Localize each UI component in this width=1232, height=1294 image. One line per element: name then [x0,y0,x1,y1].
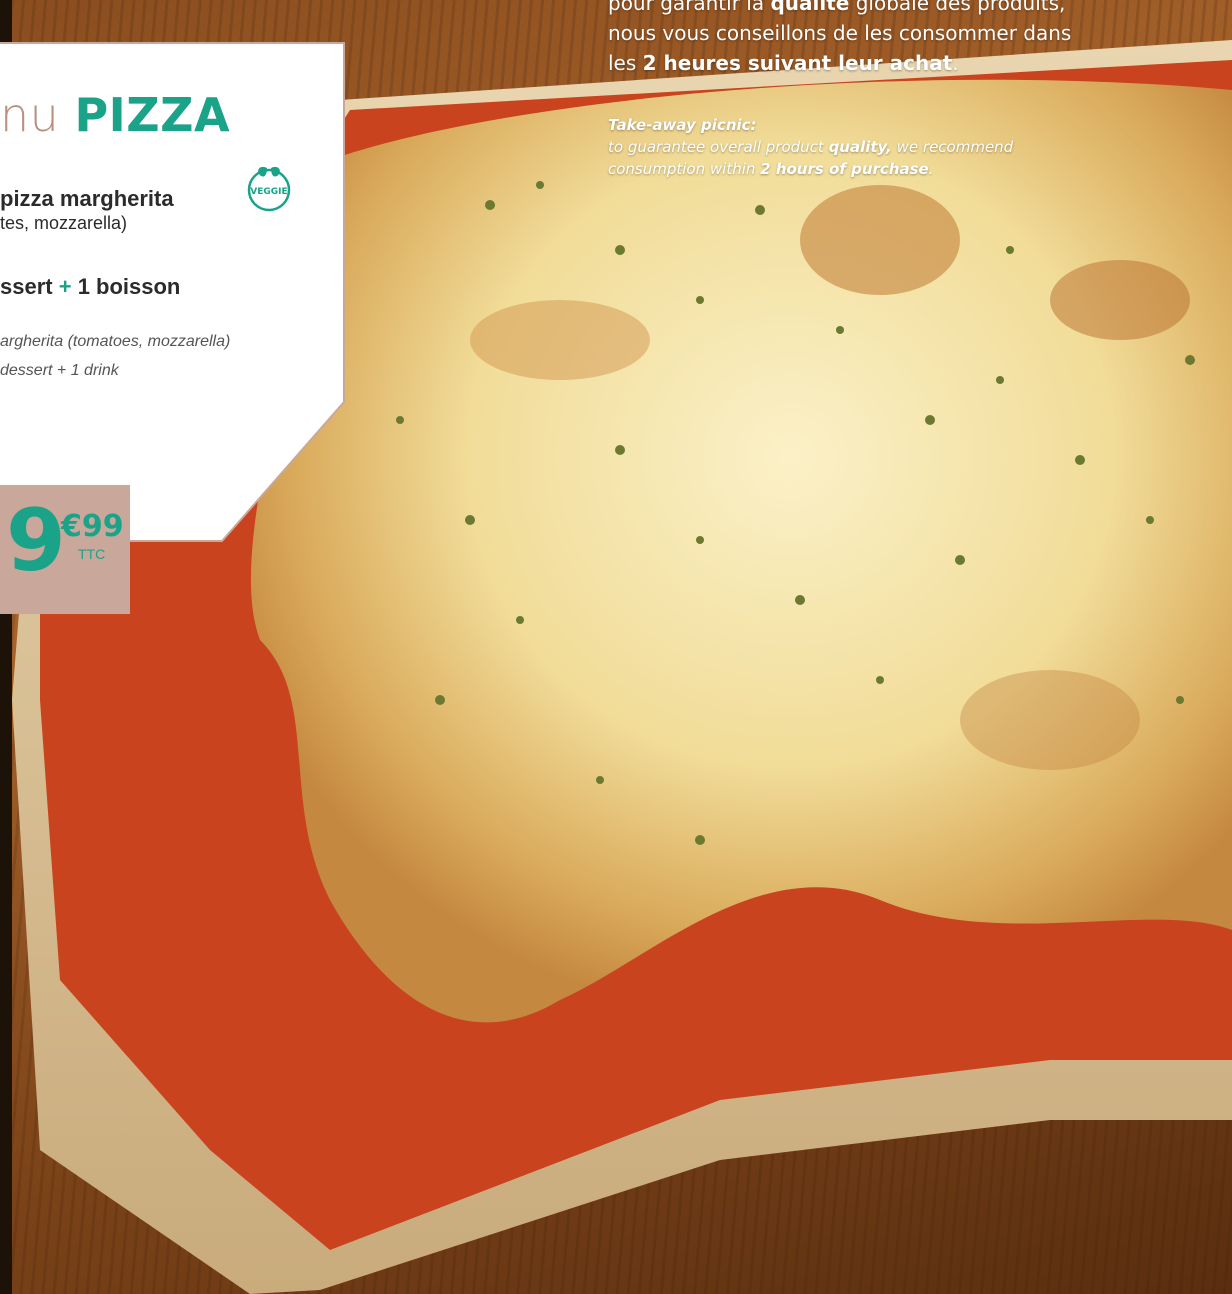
notice-french: pour garantir la qualité globale des pro… [608,0,1228,78]
browned-spot [960,670,1140,770]
veggie-badge-icon: VEGGIE [247,166,291,212]
notice-en-heading: Take-away picnic: [608,116,757,134]
menu-item-title: pizza margherita [0,186,174,211]
plus-icon: + [58,274,72,299]
price-cents: €99 [61,509,124,544]
notice-en-line-1: to guarantee overall product quality, we… [608,138,1014,156]
pizza-cheese [250,79,1232,1023]
notice-english: Take-away picnic: to guarantee overall p… [608,114,1228,180]
menu-extras-drink: 1 boisson [71,274,181,299]
notice-fr-line-2: nous vous conseillons de les consommer d… [608,21,1072,45]
notice-fr-line-3: les 2 heures suivant leur achat. [608,51,959,75]
notice-en-line-2: consumption within 2 hours of purchase. [608,160,934,178]
menu-en-line-2: dessert + 1 drink [0,362,119,379]
menu-en-line-1: argherita (tomatoes, mozzarella) [0,333,231,350]
menu-item-ingredients: tes, mozzarella) [0,213,128,233]
menu-title-bold: PIZZA [74,88,231,142]
menu-title-light: nu [0,88,75,142]
menu-item-extras: ssert + 1 boisson [0,274,180,300]
menu-title: nu PIZZA [0,88,230,142]
browned-spot [1050,260,1190,340]
notice-fr-line-1: pour garantir la qualité globale des pro… [608,0,1066,15]
veggie-badge-label: VEGGIE [250,187,287,197]
browned-spot [470,300,650,380]
menu-extras-dessert: ssert [0,274,59,299]
browned-spot [800,185,960,295]
price-euros: 9 [6,491,66,591]
price-tax-label: TTC [78,546,106,562]
